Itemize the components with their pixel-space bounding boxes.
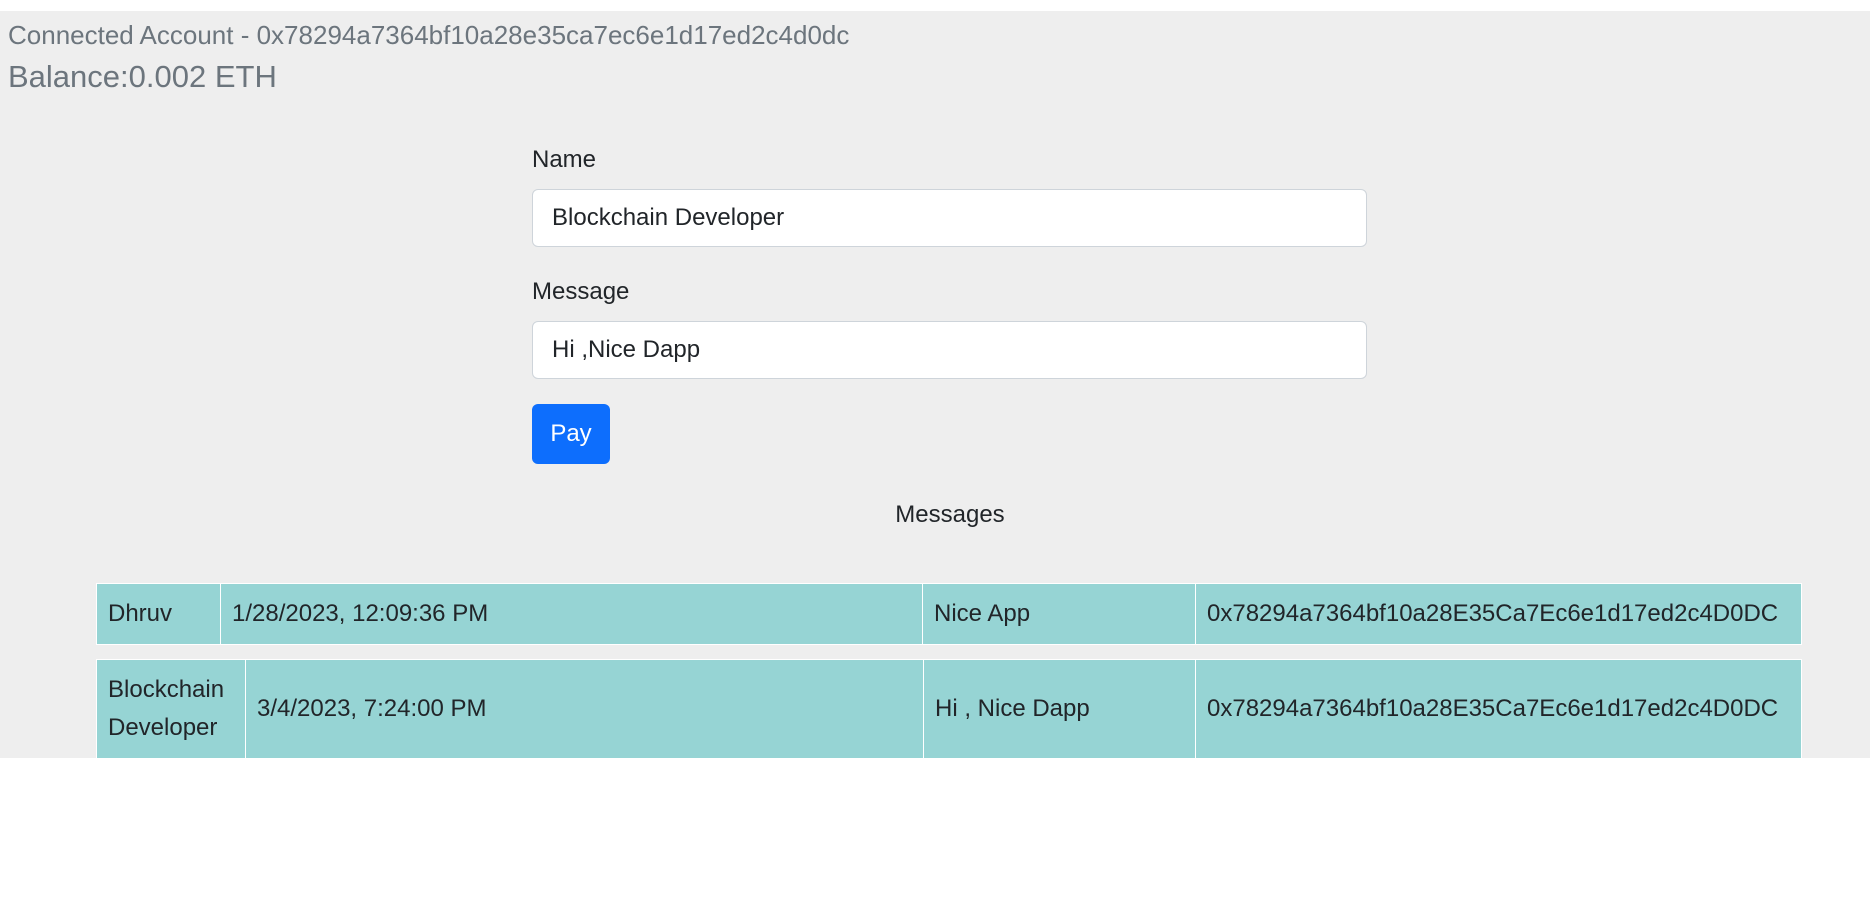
message-row-address: 0x78294a7364bf10a28E35Ca7Ec6e1d17ed2c4D0… bbox=[1207, 600, 1779, 627]
message-label: Message bbox=[532, 278, 630, 305]
connected-account-text: Connected Account - 0x78294a7364bf10a28e… bbox=[8, 20, 850, 50]
payment-form: Name Message Pay bbox=[532, 146, 1367, 464]
message-row-message: Hi , Nice Dapp bbox=[924, 660, 1196, 758]
message-row-address: 0x78294a7364bf10a28E35Ca7Ec6e1d17ed2c4D0… bbox=[1207, 695, 1779, 722]
message-row-name: Blockchain Developer bbox=[97, 660, 246, 758]
messages-heading: Messages bbox=[895, 501, 1005, 528]
message-row-message: Nice App bbox=[923, 584, 1196, 644]
message-row: Blockchain Developer 3/4/2023, 7:24:00 P… bbox=[96, 659, 1802, 758]
app-container: Connected Account - 0x78294a7364bf10a28e… bbox=[0, 11, 1870, 758]
message-row-name: Dhruv bbox=[97, 584, 221, 644]
pay-button[interactable]: Pay bbox=[532, 404, 610, 464]
name-label: Name bbox=[532, 146, 597, 173]
message-row-timestamp: 3/4/2023, 7:24:00 PM bbox=[246, 660, 924, 758]
name-input[interactable] bbox=[532, 189, 1367, 247]
message-row-timestamp: 1/28/2023, 12:09:36 PM bbox=[221, 584, 923, 644]
balance-text: Balance:0.002 ETH bbox=[8, 59, 277, 94]
message-input[interactable] bbox=[532, 321, 1367, 379]
message-row: Dhruv 1/28/2023, 12:09:36 PM Nice App 0x… bbox=[96, 583, 1802, 645]
